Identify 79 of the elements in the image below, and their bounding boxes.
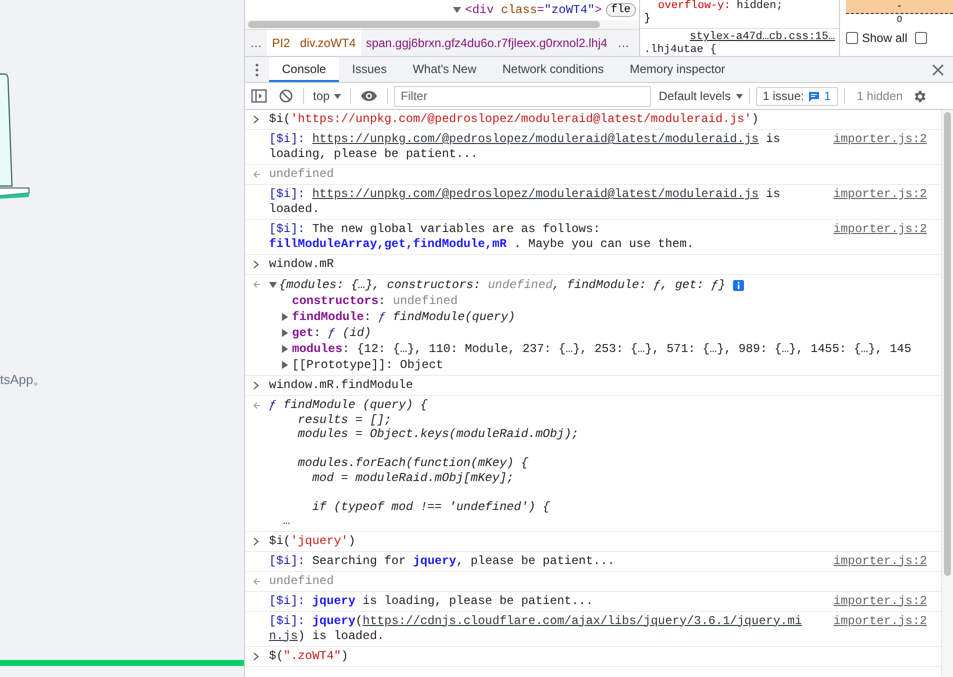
margin-box: -: [846, 0, 953, 14]
expand-triangle-icon[interactable]: [269, 281, 277, 289]
css-brace: }: [644, 13, 651, 26]
breadcrumb[interactable]: div.zoWT4: [295, 30, 361, 56]
source-link[interactable]: importer.js:2: [833, 554, 927, 568]
close-icon[interactable]: [932, 64, 944, 76]
result-arrow-icon: [253, 578, 261, 584]
collapsed-triangle-icon[interactable]: [281, 361, 289, 369]
dom-node[interactable]: <div class="zoWT4">: [465, 1, 602, 19]
source-link[interactable]: importer.js:2: [833, 187, 927, 217]
breadcrumb[interactable]: …: [612, 30, 634, 56]
result-arrow-icon: [253, 171, 261, 178]
expand-triangle-icon[interactable]: [453, 6, 461, 14]
checkbox-label: Show all: [862, 30, 908, 47]
css-value: hidden;: [736, 0, 783, 13]
console-result: undefined: [269, 167, 334, 182]
source-link[interactable]: importer.js:2: [833, 132, 927, 162]
object-property: get: ƒ (id): [292, 325, 372, 341]
console-message: [$i]: jquery is loading, please be patient...: [269, 594, 594, 608]
prompt-chevron-icon: [253, 115, 260, 124]
context-dropdown[interactable]: top: [310, 87, 344, 105]
console-message: [$i]: https://unpkg.com/@pedroslopez/moduleraid@latest/moduleraid.js is loading, please be patient...: [269, 132, 782, 162]
console-message: [$i]: jquery(https://cdnjs.cloudflare.com/ajax/libs/jquery/3.6.1/jquery.min.js) is loaded.: [269, 614, 803, 644]
caret-icon: [334, 94, 341, 98]
prompt-chevron-icon: [253, 536, 260, 546]
collapsed-triangle-icon[interactable]: [281, 345, 289, 353]
console-message: [$i]: https://unpkg.com/@pedroslopez/moduleraid@latest/moduleraid.js is loaded.: [269, 187, 782, 217]
breadcrumb[interactable]: PI2: [267, 30, 296, 56]
console-command: $i('https://unpkg.com/@pedroslopez/moduleraid@latest/moduleraid.js'): [269, 112, 759, 127]
layout-badge[interactable]: fle: [606, 3, 636, 17]
page-caption: tsApp。: [0, 371, 46, 389]
issues-button[interactable]: 1 issue: 1: [756, 86, 838, 106]
prompt-chevron-icon: [253, 260, 260, 269]
object-property: constructors: undefined: [291, 293, 458, 309]
console-message: [$i]: The new global variables are as follows: fillModuleArray,get,findModule,mR . Maybe you can use them.: [269, 222, 695, 252]
hidden-count: 1 hidden: [856, 88, 903, 105]
drawer-tab[interactable]: Console: [269, 57, 340, 82]
object-preview: {modules: {…}, constructors: undefined, findModule: ƒ, get: ƒ}: [279, 277, 726, 293]
checkbox[interactable]: [846, 32, 858, 44]
log-levels-dropdown[interactable]: Default levels: [658, 87, 743, 105]
console-command: $(".zoWT4"): [269, 648, 348, 664]
console-result: undefined: [269, 574, 334, 588]
breadcrumb[interactable]: …: [245, 30, 267, 56]
filter-field[interactable]: Filter: [394, 86, 651, 106]
object-property: findModule: ƒ findModule(query): [292, 309, 516, 325]
drawer-tab[interactable]: Issues: [339, 57, 400, 82]
console-message: [$i]: Searching for jquery, please be patient...: [269, 554, 615, 568]
caret-icon: [736, 94, 743, 98]
drawer-tab[interactable]: Network conditions: [489, 57, 617, 82]
source-link[interactable]: importer.js:2: [833, 614, 927, 644]
sidebar-toggle-icon[interactable]: [251, 89, 267, 103]
result-arrow-icon: [253, 402, 261, 409]
object-property: modules: {12: {…}, 110: Module, 237: {…}, 253: {…}, 571: {…}, 989: {…}, 1455: {…}, 145: [292, 341, 912, 357]
css-selector: .lhj4utae {: [643, 44, 717, 57]
message-icon: [808, 90, 820, 102]
collapsed-triangle-icon[interactable]: [281, 313, 289, 321]
prompt-chevron-icon: [253, 381, 260, 390]
source-link[interactable]: importer.js:2: [833, 594, 927, 608]
breadcrumb[interactable]: span.ggj6brxn.gfz4du6o.r7fjleex.g0rxnol2.lhj4: [360, 30, 612, 56]
result-arrow-icon: [253, 281, 261, 288]
object-property: [[Prototype]]: Object: [292, 357, 444, 373]
checkbox[interactable]: [915, 32, 928, 44]
console-command: $i('jquery'): [269, 534, 356, 548]
drawer-tab[interactable]: What's New: [400, 57, 490, 82]
console-command: window.mR.findModule: [269, 378, 414, 393]
scrollbar-thumb[interactable]: [944, 112, 951, 576]
console-command: window.mR: [269, 257, 334, 272]
drawer-tab[interactable]: Memory inspector: [616, 57, 738, 82]
prompt-chevron-icon: [253, 652, 260, 660]
clear-console-icon[interactable]: [279, 89, 293, 103]
function-source: ƒ findModule (query) { results = []; modules = Object.keys(moduleRaid.mObj); modules.forEach(function(mKey) { mod = moduleRaid.mObj[mKey]; if (typeof mod !== 'undefined') { …: [269, 398, 579, 528]
info-icon[interactable]: [733, 280, 744, 290]
stylesheet-link[interactable]: stylex-a47d…cb.css:15…: [690, 31, 839, 44]
source-link[interactable]: importer.js:2: [833, 222, 927, 252]
eye-icon[interactable]: [360, 90, 378, 102]
box-value: 0: [896, 14, 902, 25]
css-property: overflow-y:: [658, 0, 731, 13]
scrollbar-thumb[interactable]: [248, 21, 600, 28]
collapsed-triangle-icon[interactable]: [281, 329, 289, 337]
